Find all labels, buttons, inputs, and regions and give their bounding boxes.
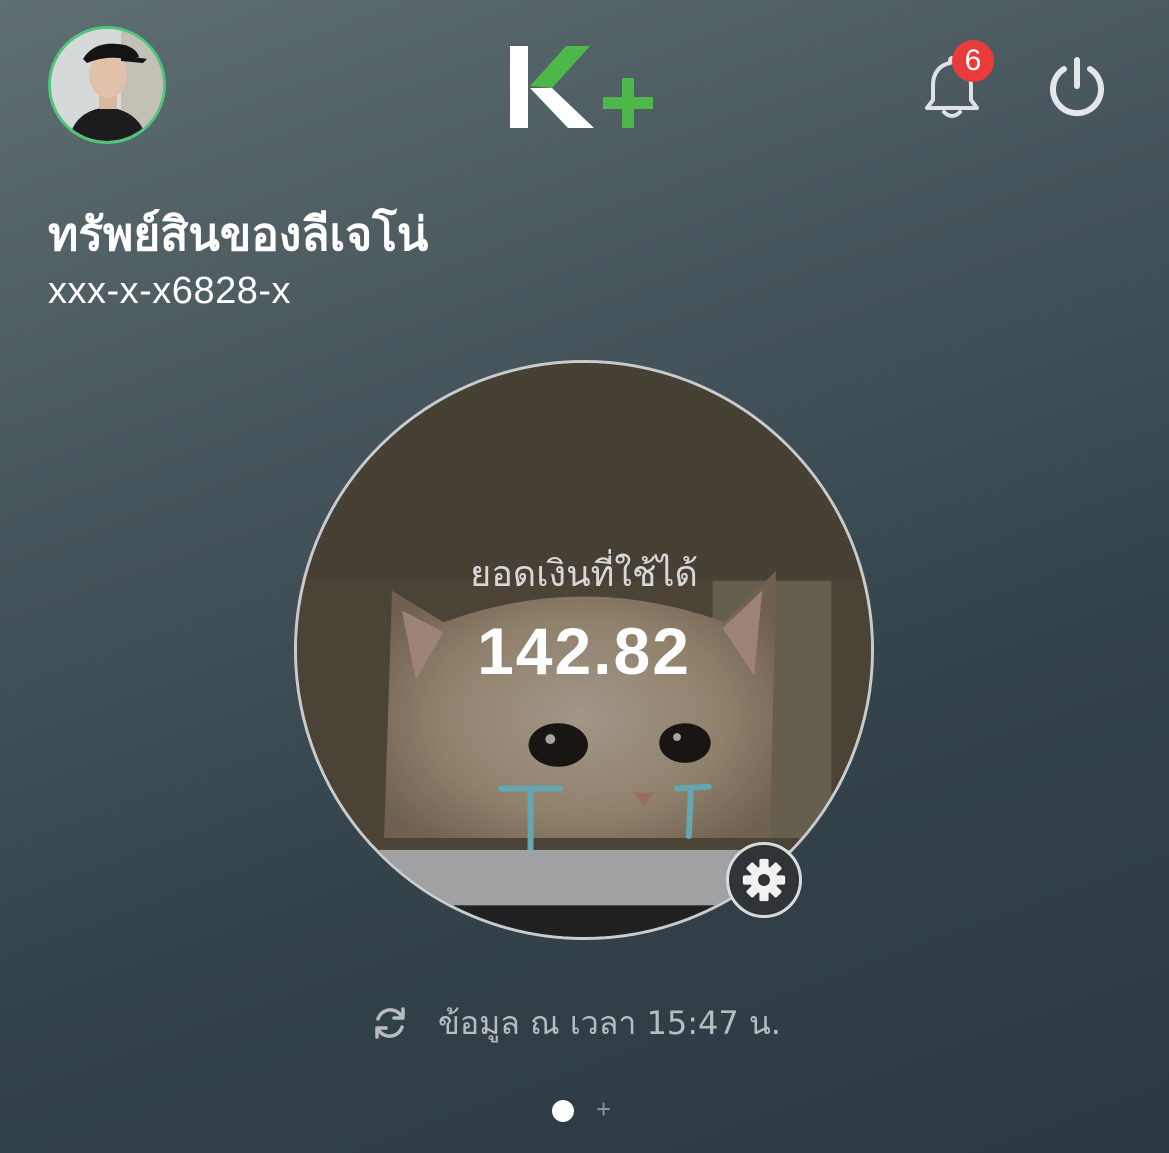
balance-settings-button[interactable] (726, 842, 802, 918)
account-title: ทรัพย์สินของลีเจโน่ (48, 207, 429, 261)
page-indicator: + (550, 1094, 630, 1126)
last-updated[interactable]: ข้อมูล ณ เวลา 15:47 น. (370, 1000, 781, 1046)
account-number: xxx-x-x6828-x (48, 270, 291, 312)
kplus-logo (506, 42, 666, 132)
profile-avatar[interactable] (48, 26, 166, 144)
notification-badge: 6 (952, 40, 994, 82)
add-page-button[interactable]: + (596, 1094, 611, 1125)
profile-photo (51, 29, 163, 141)
refresh-icon[interactable] (370, 1003, 410, 1043)
gear-icon (742, 858, 786, 902)
page-dot-active[interactable] (552, 1100, 574, 1122)
updated-time-text: ข้อมูล ณ เวลา 15:47 น. (438, 1003, 781, 1042)
balance-amount: 142.82 (477, 614, 691, 688)
power-icon (1050, 57, 1104, 117)
logout-button[interactable] (1046, 56, 1108, 118)
balance-label: ยอดเงินที่ใช้ได้ (470, 554, 698, 595)
